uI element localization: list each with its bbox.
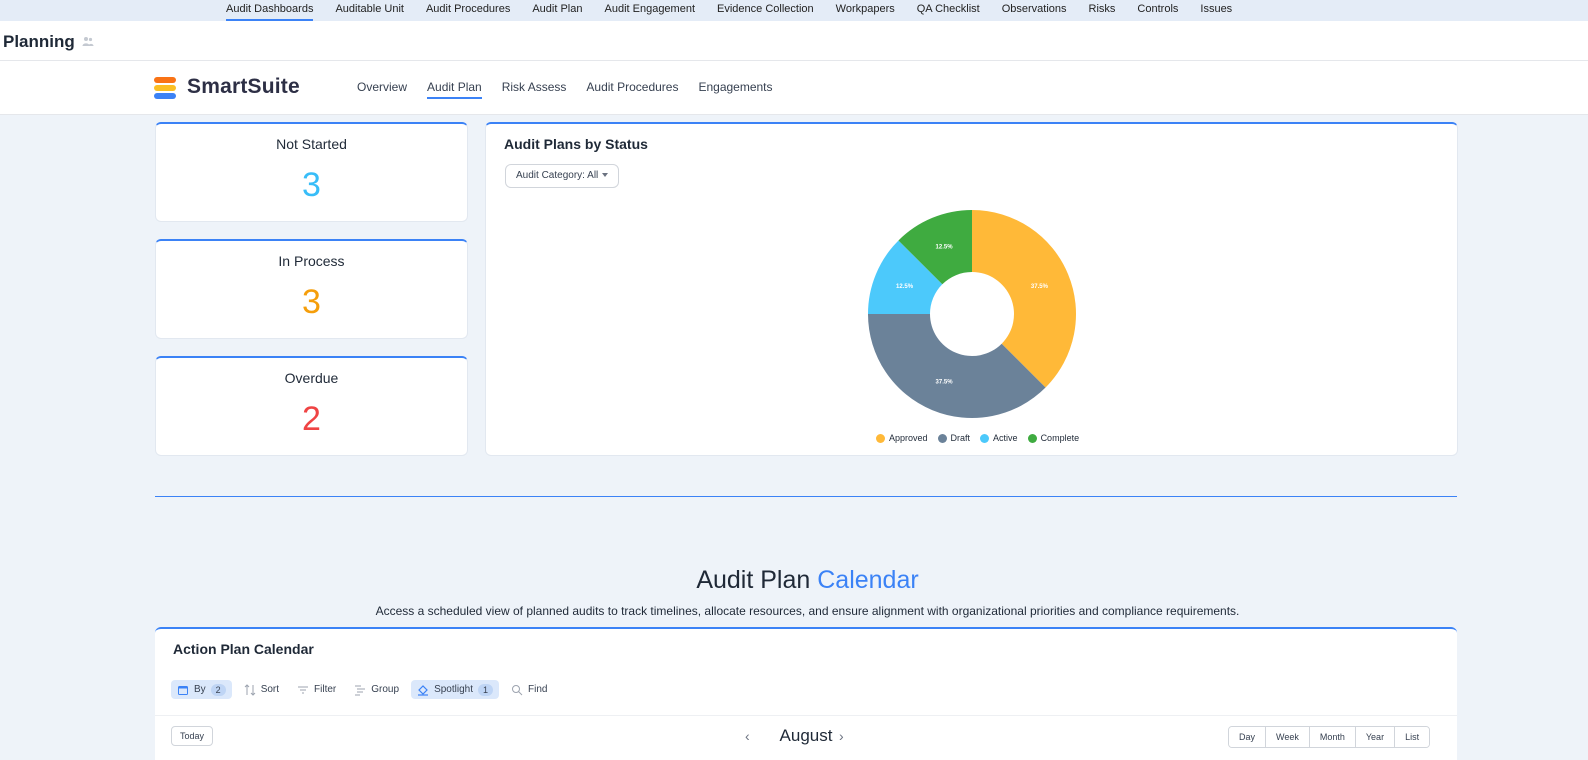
legend-dot xyxy=(1027,433,1037,443)
tab-audit-procedures[interactable]: Audit Procedures xyxy=(426,0,510,21)
legend-item-active[interactable]: Active xyxy=(980,433,1018,443)
filter-label: Filter xyxy=(314,684,337,695)
tab-evidence-collection[interactable]: Evidence Collection xyxy=(717,0,814,21)
tab-observations[interactable]: Observations xyxy=(1002,0,1067,21)
tab-auditable-unit[interactable]: Auditable Unit xyxy=(335,0,404,21)
nav-audit-plan[interactable]: Audit Plan xyxy=(427,80,482,99)
calendar-icon xyxy=(178,685,188,695)
tab-risks[interactable]: Risks xyxy=(1089,0,1116,21)
calendar-card: Action Plan Calendar By 2 Sort Filter Gr… xyxy=(155,627,1457,760)
slice-label: 12.5% xyxy=(936,245,954,251)
tab-audit-engagement[interactable]: Audit Engagement xyxy=(605,0,696,21)
title-main: Audit Plan xyxy=(696,566,811,594)
sort-label: Sort xyxy=(260,684,280,695)
donut-chart: 37.5% 37.5% 12.5% 12.5% xyxy=(868,210,1076,419)
legend-label: Approved xyxy=(889,433,928,443)
sort-icon xyxy=(244,683,256,696)
spotlight-count-badge: 1 xyxy=(477,683,493,696)
view-switcher: Day Week Month Year List xyxy=(1228,726,1431,748)
calendar-section-title: Audit Plan Calendar xyxy=(0,566,1588,595)
nav-audit-procedures[interactable]: Audit Procedures xyxy=(586,80,678,97)
page-header: Planning xyxy=(0,21,1588,61)
find-button[interactable]: Find xyxy=(505,680,553,699)
legend-item-complete[interactable]: Complete xyxy=(1027,433,1080,443)
brand-name: SmartSuite xyxy=(187,75,300,98)
slice-label: 37.5% xyxy=(936,379,954,385)
calendar-section-subtitle: Access a scheduled view of planned audit… xyxy=(375,604,1240,618)
nav-overview[interactable]: Overview xyxy=(357,80,407,97)
slice-label: 37.5% xyxy=(1031,284,1049,290)
legend-item-approved[interactable]: Approved xyxy=(876,433,928,443)
calendar-nav: Today ‹ August › Day Week Month Year Lis… xyxy=(155,715,1457,748)
stat-value: 2 xyxy=(302,400,321,438)
tab-audit-plan[interactable]: Audit Plan xyxy=(532,0,582,21)
group-icon xyxy=(355,685,366,695)
top-tabs: Audit Dashboards Auditable Unit Audit Pr… xyxy=(226,0,1232,21)
view-day[interactable]: Day xyxy=(1229,727,1266,747)
legend-dot xyxy=(980,433,990,443)
nav-engagements[interactable]: Engagements xyxy=(698,80,772,97)
view-year[interactable]: Year xyxy=(1354,727,1395,747)
tab-issues[interactable]: Issues xyxy=(1200,0,1232,21)
legend-label: Complete xyxy=(1040,433,1080,443)
stat-label: In Process xyxy=(278,253,345,269)
brand-bar: SmartSuite Overview Audit Plan Risk Asse… xyxy=(0,61,1588,115)
tab-controls[interactable]: Controls xyxy=(1137,0,1178,21)
spotlight-label: Spotlight xyxy=(434,684,473,695)
paint-bucket-icon xyxy=(418,684,429,696)
group-button[interactable]: Group xyxy=(348,680,405,699)
filter-button[interactable]: Filter xyxy=(291,680,342,699)
legend-label: Draft xyxy=(950,433,971,443)
find-label: Find xyxy=(528,684,548,695)
brand-nav: Overview Audit Plan Risk Assess Audit Pr… xyxy=(357,80,773,99)
smartsuite-logo-icon xyxy=(154,77,176,99)
calendar-toolbar: By 2 Sort Filter Group Spotlight 1 Find xyxy=(171,680,553,699)
page-title: Planning xyxy=(3,32,75,51)
stat-label: Not Started xyxy=(276,136,347,152)
nav-risk-assess[interactable]: Risk Assess xyxy=(502,80,567,97)
section-divider xyxy=(155,496,1457,497)
stat-value: 3 xyxy=(302,283,321,321)
calendar-card-title: Action Plan Calendar xyxy=(173,641,314,657)
legend-dot xyxy=(937,433,947,443)
chevron-right-icon[interactable]: › xyxy=(839,728,844,744)
spotlight-button[interactable]: Spotlight 1 xyxy=(411,680,499,699)
view-list[interactable]: List xyxy=(1394,727,1430,747)
tab-workpapers[interactable]: Workpapers xyxy=(836,0,895,21)
people-icon[interactable] xyxy=(82,35,94,47)
chart-legend: Approved Draft Active Complete xyxy=(876,433,1079,443)
group-label: Group xyxy=(371,684,400,695)
by-label: By xyxy=(194,684,206,695)
tab-audit-dashboards[interactable]: Audit Dashboards xyxy=(226,0,314,21)
view-week[interactable]: Week xyxy=(1265,727,1309,747)
filter-icon xyxy=(298,686,309,693)
view-month[interactable]: Month xyxy=(1308,727,1355,747)
tab-qa-checklist[interactable]: QA Checklist xyxy=(917,0,980,21)
stat-card-in-process: In Process 3 xyxy=(155,239,468,339)
top-tab-bar: Audit Dashboards Auditable Unit Audit Pr… xyxy=(0,0,1588,21)
stat-value: 3 xyxy=(302,166,321,204)
chart-card: Audit Plans by Status Audit Category: Al… xyxy=(485,122,1458,456)
search-icon xyxy=(512,684,523,695)
slice-label: 12.5% xyxy=(896,284,914,290)
legend-label: Active xyxy=(993,433,1018,443)
sort-button[interactable]: Sort xyxy=(238,680,285,699)
legend-item-draft[interactable]: Draft xyxy=(937,433,971,443)
stat-card-overdue: Overdue 2 xyxy=(155,356,468,456)
stat-card-not-started: Not Started 3 xyxy=(155,122,468,222)
by-count-badge: 2 xyxy=(210,683,226,696)
legend-dot xyxy=(876,433,885,443)
title-accent: Calendar xyxy=(817,566,919,594)
stat-label: Overdue xyxy=(284,370,339,386)
by-button[interactable]: By 2 xyxy=(171,680,232,699)
